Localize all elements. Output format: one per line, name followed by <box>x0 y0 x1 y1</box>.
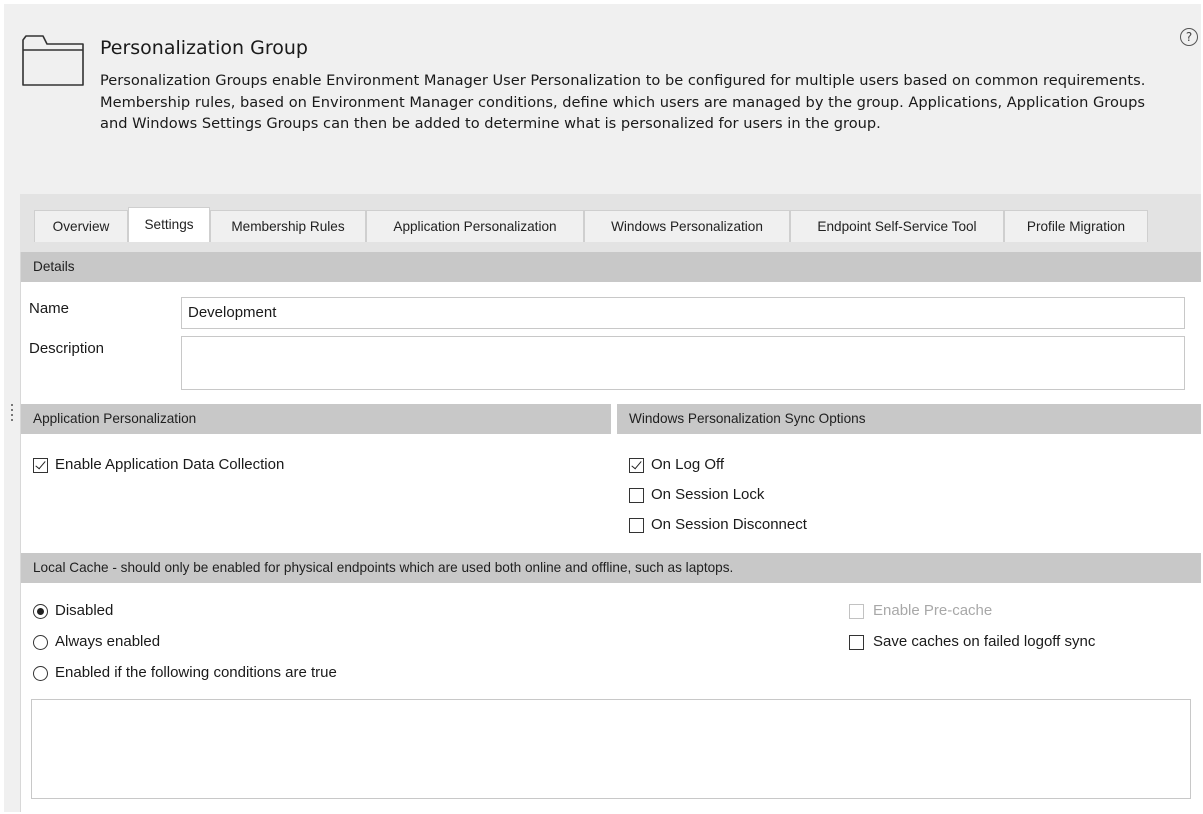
cache-always-enabled-radio[interactable] <box>33 635 48 650</box>
enable-precache-label: Enable Pre-cache <box>873 602 993 619</box>
on-session-disconnect-checkbox[interactable] <box>629 518 644 533</box>
enable-precache-checkbox[interactable] <box>849 604 864 619</box>
tab-windows-personalization[interactable]: Windows Personalization <box>584 210 790 242</box>
windows-sync-section-header: Windows Personalization Sync Options <box>617 404 1201 434</box>
splitter-grip[interactable] <box>11 404 13 430</box>
on-log-off-checkbox[interactable] <box>629 458 644 473</box>
cache-disabled-label: Disabled <box>55 602 114 619</box>
cache-conditions-box[interactable] <box>31 699 1191 799</box>
help-icon[interactable]: ? <box>1180 28 1198 46</box>
name-input[interactable]: Development <box>181 297 1185 329</box>
details-section-header: Details <box>21 252 1201 282</box>
personalization-group-window: Personalization Group Personalization Gr… <box>4 4 1202 812</box>
cache-conditional-radio[interactable] <box>33 666 48 681</box>
tab-strip: Overview Settings Membership Rules Appli… <box>20 194 1201 252</box>
on-log-off-label: On Log Off <box>651 456 725 473</box>
app-personalization-section-header: Application Personalization <box>21 404 611 434</box>
tab-endpoint-self-service-tool[interactable]: Endpoint Self-Service Tool <box>790 210 1004 242</box>
cache-conditional-label: Enabled if the following conditions are … <box>55 664 337 681</box>
tab-membership-rules[interactable]: Membership Rules <box>210 210 366 242</box>
settings-panel: Details Name Development Description App… <box>20 252 1202 812</box>
tab-application-personalization[interactable]: Application Personalization <box>366 210 584 242</box>
name-label: Name <box>29 300 70 317</box>
save-caches-checkbox[interactable] <box>849 635 864 650</box>
enable-app-data-collection-checkbox[interactable] <box>33 458 48 473</box>
folder-icon <box>22 35 84 86</box>
page-title: Personalization Group <box>100 37 308 59</box>
cache-disabled-radio[interactable] <box>33 604 48 619</box>
local-cache-section-header: Local Cache - should only be enabled for… <box>21 553 1201 583</box>
description-input[interactable] <box>181 336 1185 390</box>
enable-app-data-collection-label: Enable Application Data Collection <box>55 456 285 473</box>
save-caches-label: Save caches on failed logoff sync <box>873 633 1096 650</box>
tab-profile-migration[interactable]: Profile Migration <box>1004 210 1148 242</box>
tab-settings[interactable]: Settings <box>128 207 210 242</box>
description-label: Description <box>29 340 105 357</box>
tab-overview[interactable]: Overview <box>34 210 128 242</box>
cache-always-enabled-label: Always enabled <box>55 633 161 650</box>
on-session-disconnect-label: On Session Disconnect <box>651 516 807 533</box>
on-session-lock-checkbox[interactable] <box>629 488 644 503</box>
on-session-lock-label: On Session Lock <box>651 486 765 503</box>
page-description: Personalization Groups enable Environmen… <box>100 72 1146 132</box>
